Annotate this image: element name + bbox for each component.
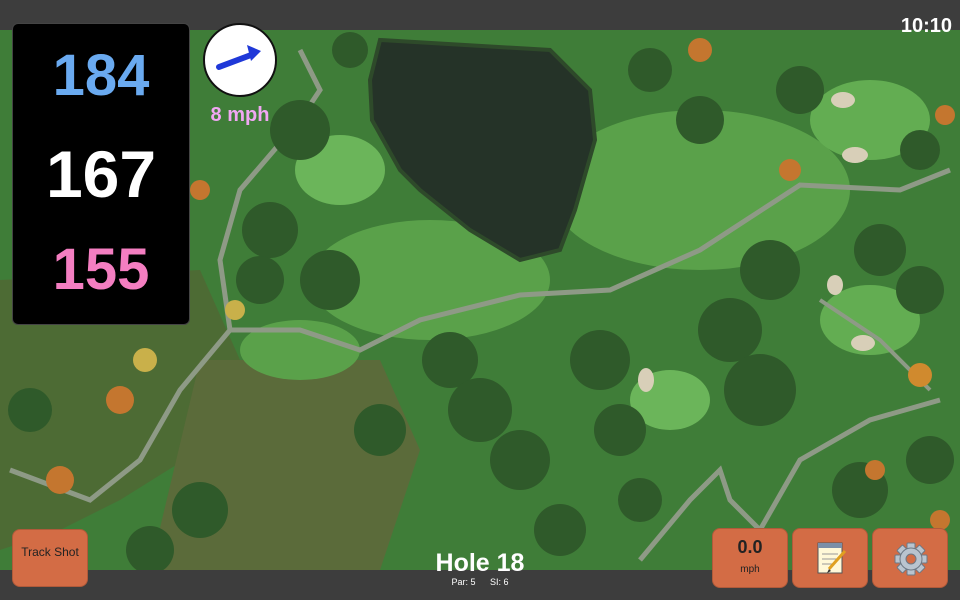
- shot-speed-unit: mph: [740, 564, 760, 575]
- status-clock: 10:10: [900, 15, 952, 37]
- back-distance: 184: [52, 43, 150, 108]
- notes-button[interactable]: [792, 528, 868, 588]
- center-distance: 167: [45, 137, 157, 211]
- distance-panel: 184 167 155: [12, 23, 190, 325]
- hole-stroke-index: SI: 6: [490, 577, 509, 587]
- shot-speed-button[interactable]: 0.0 mph: [712, 528, 788, 588]
- hole-info: Par: 5 SI: 6: [400, 577, 560, 587]
- wind-arrow-icon: [216, 45, 261, 70]
- wind-speed: 8 mph: [210, 104, 270, 126]
- front-distance: 155: [52, 237, 150, 302]
- shot-speed-value: 0.0: [737, 537, 763, 557]
- track-shot-label: Track Shot: [21, 545, 79, 559]
- settings-button[interactable]: [872, 528, 948, 588]
- wind-indicator: [203, 23, 277, 97]
- track-shot-button[interactable]: Track Shot: [12, 529, 88, 587]
- hole-title: Hole 18: [435, 549, 525, 577]
- notepad-icon: [817, 542, 847, 574]
- hole-par: Par: 5: [451, 577, 476, 587]
- gear-icon: [894, 542, 928, 576]
